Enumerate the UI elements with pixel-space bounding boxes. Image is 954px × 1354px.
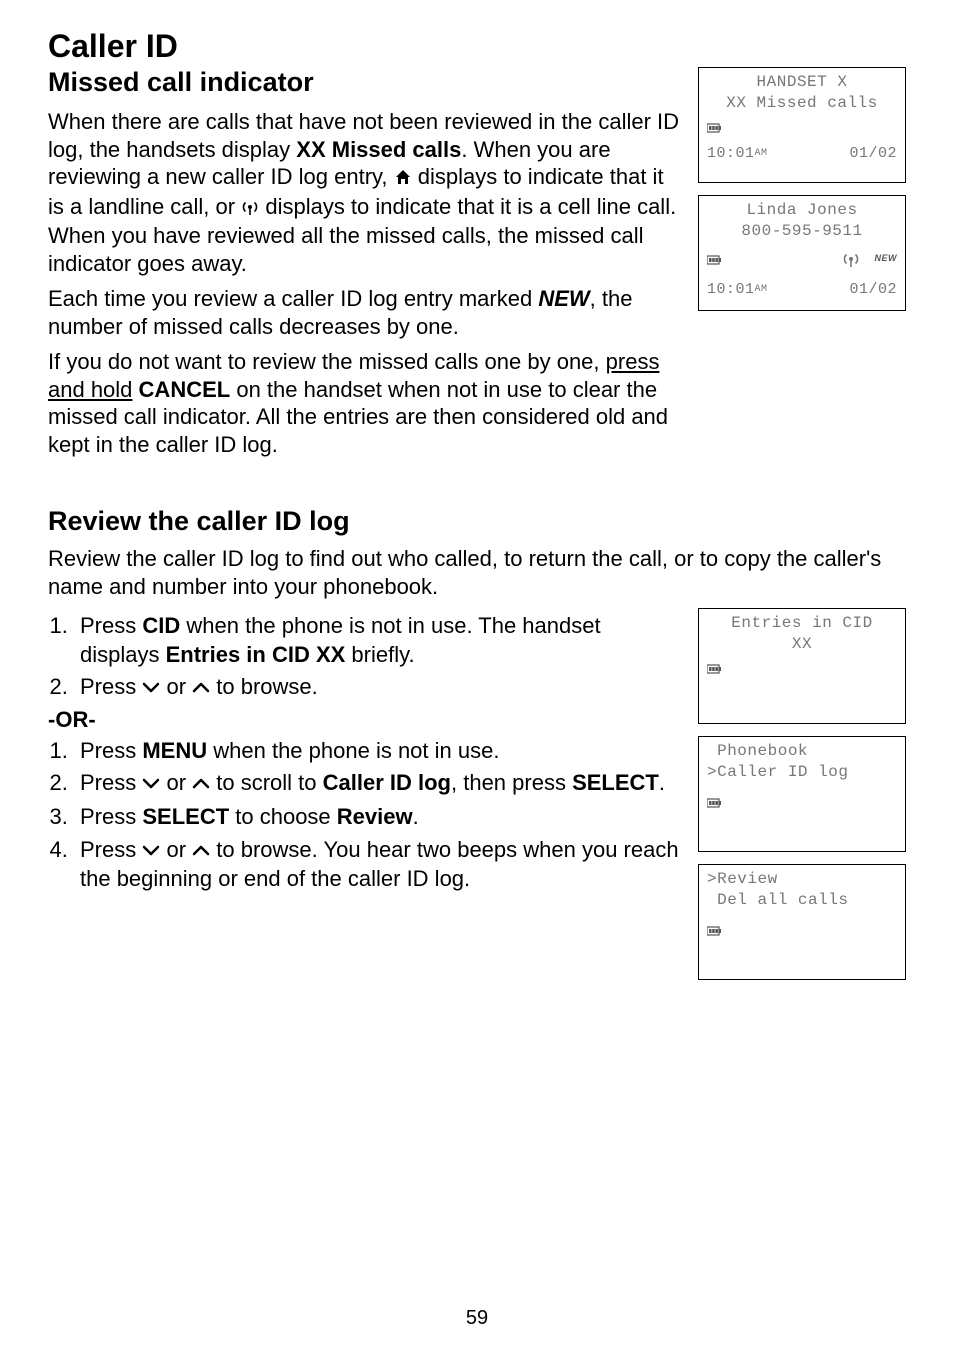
lcd-time: 10:01AM: [707, 280, 768, 300]
chevron-up-icon: [192, 674, 210, 703]
page-title: Caller ID: [48, 28, 906, 65]
lcd-line: HANDSET X: [707, 72, 897, 93]
home-icon: [394, 165, 412, 193]
lcd-line: Entries in CID: [707, 613, 897, 634]
list-a: Press CID when the phone is not in use. …: [48, 612, 682, 703]
chevron-down-icon: [142, 770, 160, 799]
paragraph-3: If you do not want to review the missed …: [48, 348, 682, 458]
paragraph-1: When there are calls that have not been …: [48, 108, 682, 277]
lcd-line: Phonebook: [707, 741, 897, 762]
lcd-handset-missed: HANDSET X XX Missed calls 10:01AM 01/02: [698, 67, 906, 183]
chevron-up-icon: [192, 837, 210, 866]
bold-cancel: CANCEL: [139, 377, 231, 402]
list-item: Press or to browse.: [74, 673, 682, 703]
bold-entries-in-cid: Entries in CID XX: [166, 642, 346, 667]
lcd-date: 01/02: [849, 280, 897, 300]
lcd-date: 01/02: [849, 144, 897, 164]
cell-icon: [241, 195, 259, 223]
list-item: Press SELECT to choose Review.: [74, 803, 682, 832]
chevron-down-icon: [142, 674, 160, 703]
list-item: Press CID when the phone is not in use. …: [74, 612, 682, 669]
lcd-menu-review: >Review Del all calls: [698, 864, 906, 980]
lcd-line: Linda Jones: [707, 200, 897, 221]
section-missed-calls-title: Missed call indicator: [48, 67, 682, 98]
lcd-menu-caller-id-log: Phonebook >Caller ID log: [698, 736, 906, 852]
page-number: 59: [0, 1307, 954, 1330]
text: Each time you review a caller ID log ent…: [48, 286, 538, 311]
lcd-time: 10:01AM: [707, 144, 768, 164]
battery-icon: [707, 252, 723, 273]
bold-cid: CID: [142, 613, 180, 638]
text: If you do not want to review the missed …: [48, 349, 606, 374]
cell-icon: [842, 250, 860, 275]
list-b: Press MENU when the phone is not in use.…: [48, 737, 682, 894]
bold-review: Review: [337, 804, 413, 829]
lcd-line: XX: [707, 634, 897, 655]
list-item: Press MENU when the phone is not in use.: [74, 737, 682, 766]
lcd-entries-in-cid: Entries in CID XX: [698, 608, 906, 724]
section-review-cid-title: Review the caller ID log: [48, 506, 906, 537]
new-badge: NEW: [875, 253, 898, 263]
list-item: Press or to browse. You hear two beeps w…: [74, 836, 682, 894]
bold-italic-new: NEW: [538, 286, 589, 311]
battery-icon: [707, 923, 897, 941]
lcd-linda-jones: Linda Jones 800-595-9511 NEW 10:01AM 01/…: [698, 195, 906, 311]
battery-icon: [707, 661, 897, 679]
lcd-line: Del all calls: [707, 890, 897, 911]
battery-icon: [707, 120, 897, 138]
battery-icon: [707, 795, 897, 813]
chevron-down-icon: [142, 837, 160, 866]
bold-menu: MENU: [142, 738, 207, 763]
bold-missed-calls: XX Missed calls: [296, 137, 461, 162]
bold-select: SELECT: [572, 770, 659, 795]
bold-caller-id-log: Caller ID log: [323, 770, 451, 795]
lcd-line: >Caller ID log: [707, 762, 897, 783]
lcd-line: XX Missed calls: [707, 93, 897, 114]
bold-select: SELECT: [142, 804, 229, 829]
or-divider: -OR-: [48, 707, 682, 733]
lcd-line: 800-595-9511: [707, 221, 897, 242]
lcd-line: >Review: [707, 869, 897, 890]
section2-intro: Review the caller ID log to find out who…: [48, 545, 906, 600]
paragraph-2: Each time you review a caller ID log ent…: [48, 285, 682, 340]
chevron-up-icon: [192, 770, 210, 799]
list-item: Press or to scroll to Caller ID log, the…: [74, 769, 682, 799]
